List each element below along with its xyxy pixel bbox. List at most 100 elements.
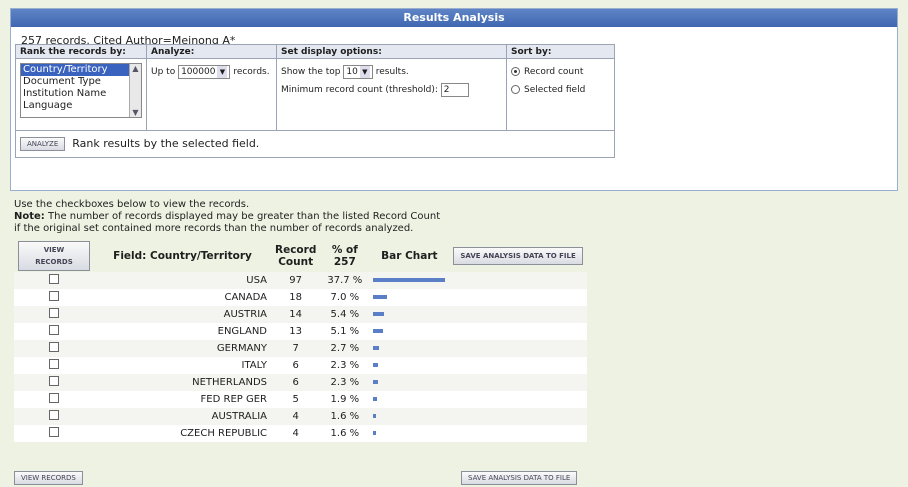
threshold-input[interactable]: 2 bbox=[440, 82, 469, 97]
table-row: FED REP GER 5 1.9 % bbox=[14, 391, 587, 408]
percent-value: 1.6 % bbox=[320, 425, 370, 442]
bar-cell bbox=[369, 374, 450, 391]
bar-mark bbox=[373, 295, 387, 299]
record-count-header: Record Count bbox=[275, 244, 317, 268]
bar-mark bbox=[373, 329, 384, 333]
rank-option[interactable]: Institution Name bbox=[21, 88, 129, 100]
panel-title: Results Analysis bbox=[11, 9, 897, 27]
bar-cell bbox=[369, 306, 450, 323]
field-value: CANADA bbox=[94, 289, 271, 306]
record-count: 4 bbox=[271, 425, 321, 442]
row-checkbox-cell bbox=[14, 340, 94, 357]
chevron-down-icon: ▼ bbox=[217, 65, 228, 78]
empty-cell bbox=[449, 289, 587, 306]
rank-option[interactable]: Document Type bbox=[21, 76, 129, 88]
results-analysis-panel: Results Analysis 257 records. Cited Auth… bbox=[10, 8, 898, 191]
listbox-scrollbar[interactable]: ▲ ▼ bbox=[129, 64, 141, 117]
percent-value: 5.4 % bbox=[320, 306, 370, 323]
table-row: ENGLAND 13 5.1 % bbox=[14, 323, 587, 340]
record-count: 6 bbox=[271, 357, 321, 374]
bar-cell bbox=[369, 357, 450, 374]
bar-cell bbox=[369, 408, 450, 425]
row-checkbox[interactable] bbox=[49, 308, 59, 318]
row-checkbox-cell bbox=[14, 289, 94, 306]
bar-cell bbox=[369, 391, 450, 408]
row-checkbox[interactable] bbox=[49, 274, 59, 284]
row-checkbox-cell bbox=[14, 408, 94, 425]
empty-cell bbox=[449, 425, 587, 442]
empty-cell bbox=[449, 340, 587, 357]
percent-header: % of 257 bbox=[331, 244, 358, 268]
row-checkbox-cell bbox=[14, 323, 94, 340]
rank-option[interactable]: Language bbox=[21, 100, 129, 112]
field-value: AUSTRALIA bbox=[94, 408, 271, 425]
records-label: records. bbox=[233, 67, 270, 77]
percent-value: 1.6 % bbox=[320, 408, 370, 425]
results-table: View Records Field: Country/Territory Re… bbox=[14, 240, 587, 442]
scroll-down-icon[interactable]: ▼ bbox=[132, 108, 138, 117]
percent-value: 2.3 % bbox=[320, 357, 370, 374]
bar-cell bbox=[369, 289, 450, 306]
percent-value: 2.7 % bbox=[320, 340, 370, 357]
record-count: 14 bbox=[271, 306, 321, 323]
empty-cell bbox=[449, 374, 587, 391]
percent-value: 2.3 % bbox=[320, 374, 370, 391]
analyze-button[interactable]: Analyze bbox=[20, 137, 66, 151]
analyze-count-select[interactable]: 100000 ▼ bbox=[178, 64, 231, 79]
rank-option[interactable]: Country/Territory bbox=[21, 64, 129, 76]
field-value: GERMANY bbox=[94, 340, 271, 357]
row-checkbox[interactable] bbox=[49, 427, 59, 437]
bar-mark bbox=[373, 346, 379, 350]
row-checkbox[interactable] bbox=[49, 376, 59, 386]
bar-mark bbox=[373, 414, 377, 418]
sort-option-label: Selected field bbox=[524, 85, 586, 95]
record-count: 18 bbox=[271, 289, 321, 306]
row-checkbox-cell bbox=[14, 425, 94, 442]
note-line-continued: if the original set contained more recor… bbox=[14, 223, 414, 234]
bar-mark bbox=[373, 278, 446, 282]
row-checkbox[interactable] bbox=[49, 325, 59, 335]
sort-selected-field-radio[interactable] bbox=[511, 85, 520, 94]
note-text: The number of records displayed may be g… bbox=[44, 211, 441, 222]
row-checkbox[interactable] bbox=[49, 393, 59, 403]
row-checkbox[interactable] bbox=[49, 342, 59, 352]
empty-cell bbox=[449, 323, 587, 340]
record-count: 97 bbox=[271, 272, 321, 289]
up-to-label: Up to bbox=[151, 67, 176, 77]
empty-cell bbox=[449, 357, 587, 374]
percent-value: 1.9 % bbox=[320, 391, 370, 408]
field-value: CZECH REPUBLIC bbox=[94, 425, 271, 442]
table-row: AUSTRIA 14 5.4 % bbox=[14, 306, 587, 323]
rank-field-listbox[interactable]: Country/Territory Document Type Institut… bbox=[20, 63, 142, 118]
bar-mark bbox=[373, 431, 377, 435]
row-checkbox[interactable] bbox=[49, 410, 59, 420]
instructions-line: Use the checkboxes below to view the rec… bbox=[14, 199, 250, 210]
view-records-button[interactable]: View Records bbox=[18, 241, 90, 271]
percent-value: 7.0 % bbox=[320, 289, 370, 306]
view-records-button-bottom[interactable]: View Records bbox=[14, 471, 83, 485]
table-row: NETHERLANDS 6 2.3 % bbox=[14, 374, 587, 391]
bar-mark bbox=[373, 312, 384, 316]
save-analysis-button[interactable]: Save Analysis Data to File bbox=[453, 247, 583, 265]
save-analysis-button-bottom[interactable]: Save Analysis Data to File bbox=[461, 471, 578, 485]
table-row: USA 97 37.7 % bbox=[14, 272, 587, 289]
show-top-value: 10 bbox=[346, 66, 358, 77]
row-checkbox[interactable] bbox=[49, 359, 59, 369]
record-count: 13 bbox=[271, 323, 321, 340]
scroll-up-icon[interactable]: ▲ bbox=[132, 64, 138, 73]
analysis-options-table: Rank the records by: Analyze: Set displa… bbox=[15, 44, 615, 158]
record-count: 6 bbox=[271, 374, 321, 391]
sort-option-label: Record count bbox=[524, 67, 584, 77]
table-row: ITALY 6 2.3 % bbox=[14, 357, 587, 374]
row-checkbox-cell bbox=[14, 306, 94, 323]
row-checkbox[interactable] bbox=[49, 291, 59, 301]
empty-cell bbox=[449, 391, 587, 408]
show-top-select[interactable]: 10 ▼ bbox=[343, 64, 373, 79]
empty-cell bbox=[449, 408, 587, 425]
percent-value: 37.7 % bbox=[320, 272, 370, 289]
field-header: Field: Country/Territory bbox=[113, 250, 252, 262]
bar-cell bbox=[369, 323, 450, 340]
record-count: 5 bbox=[271, 391, 321, 408]
sort-record-count-radio[interactable] bbox=[511, 67, 520, 76]
bar-chart-header: Bar Chart bbox=[381, 250, 438, 262]
